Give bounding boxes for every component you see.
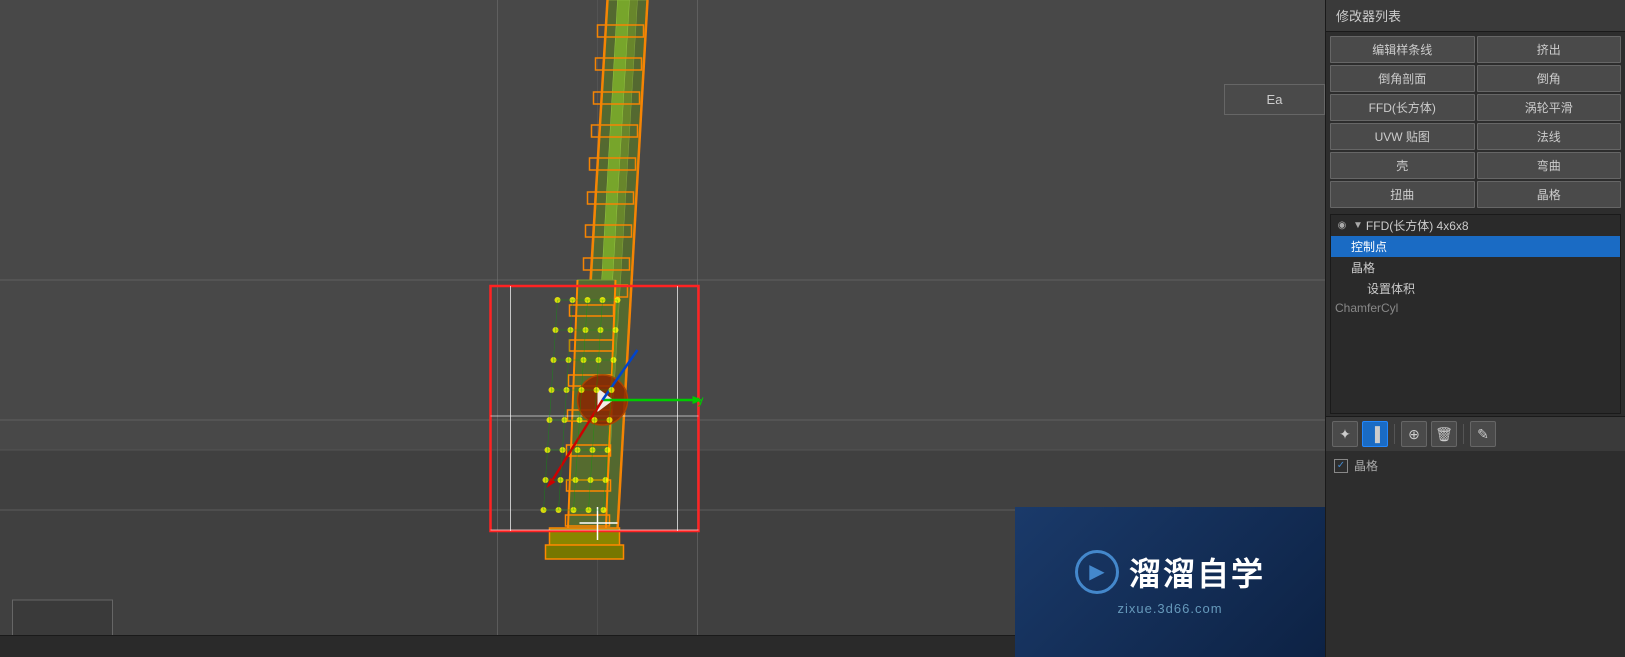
btn-bevel[interactable]: 倒角 [1477,65,1622,92]
modifier-list-header: 修改器列表 [1326,0,1625,32]
toolbar-separator-2 [1463,424,1464,444]
modifier-stack[interactable]: ◉ ▼ FFD(长方体) 4x6x8 控制点 晶格 设置体积 ChamferCy… [1330,214,1621,414]
watermark-url: zixue.3d66.com [1117,601,1222,616]
btn-bend[interactable]: 弯曲 [1477,152,1622,179]
stack-item-label-control-points: 控制点 [1351,238,1387,255]
btn-twist[interactable]: 扭曲 [1330,181,1475,208]
ea-button[interactable]: Ea [1224,84,1325,115]
btn-extrude[interactable]: 挤出 [1477,36,1622,63]
delete-modifier-button[interactable]: 🗑 [1431,421,1457,447]
stack-collapse-arrow[interactable]: ▼ [1353,220,1363,231]
stack-item-label-lattice-sub: 晶格 [1351,259,1375,276]
lattice-checkbox[interactable]: ✓ [1334,459,1348,473]
btn-ffd-box[interactable]: FFD(长方体) [1330,94,1475,121]
btn-shell[interactable]: 壳 [1330,152,1475,179]
stack-item-control-points[interactable]: 控制点 [1331,236,1620,257]
add-modifier-button[interactable]: ⊕ [1401,421,1427,447]
btn-bevel-profile[interactable]: 倒角剖面 [1330,65,1475,92]
modifier-toolbar: ✦ ▐ ⊕ 🗑 ✎ [1326,416,1625,451]
edit-modifier-button[interactable]: ✎ [1470,421,1496,447]
stack-item-lattice-sub[interactable]: 晶格 [1331,257,1620,278]
stack-item-set-volume[interactable]: 设置体积 [1331,278,1620,299]
stack-item-ffd[interactable]: ◉ ▼ FFD(长方体) 4x6x8 [1331,215,1620,236]
pin-button[interactable]: ✦ [1332,421,1358,447]
btn-lattice[interactable]: 晶格 [1477,181,1622,208]
watermark-logo: ▶ 溜溜自学 [1075,549,1265,595]
viewport[interactable]: y [0,0,1325,657]
modifier-configure-button[interactable]: ▐ [1362,421,1388,447]
status-bar [0,635,1015,657]
stack-item-label-chamfer: ChamferCyl [1335,301,1398,315]
watermark-brand-name: 溜溜自学 [1129,549,1265,595]
right-panel: 修改器列表 编辑样条线 挤出 倒角剖面 倒角 FFD(长方体) 涡轮平滑 UVW… [1325,0,1625,657]
lattice-checkbox-row: ✓ 晶格 [1330,455,1621,476]
stack-item-label-set-volume: 设置体积 [1367,280,1415,297]
right-bottom-section: ✓ 晶格 [1326,451,1625,480]
btn-uvw-map[interactable]: UVW 贴图 [1330,123,1475,150]
watermark: ▶ 溜溜自学 zixue.3d66.com [1015,507,1325,657]
btn-edit-spline[interactable]: 编辑样条线 [1330,36,1475,63]
lattice-checkbox-label: 晶格 [1354,457,1378,474]
modifier-buttons-grid: 编辑样条线 挤出 倒角剖面 倒角 FFD(长方体) 涡轮平滑 UVW 贴图 法线… [1326,32,1625,212]
main-container: y [0,0,1625,657]
watermark-play-icon: ▶ [1075,550,1119,594]
stack-item-label-ffd: FFD(长方体) 4x6x8 [1366,217,1469,234]
btn-normal[interactable]: 法线 [1477,123,1622,150]
stack-eye-icon[interactable]: ◉ [1335,219,1349,233]
svg-text:y: y [698,393,704,407]
toolbar-separator-1 [1394,424,1395,444]
stack-item-chamfer-cyl[interactable]: ChamferCyl [1331,299,1620,317]
btn-turbo-smooth[interactable]: 涡轮平滑 [1477,94,1622,121]
